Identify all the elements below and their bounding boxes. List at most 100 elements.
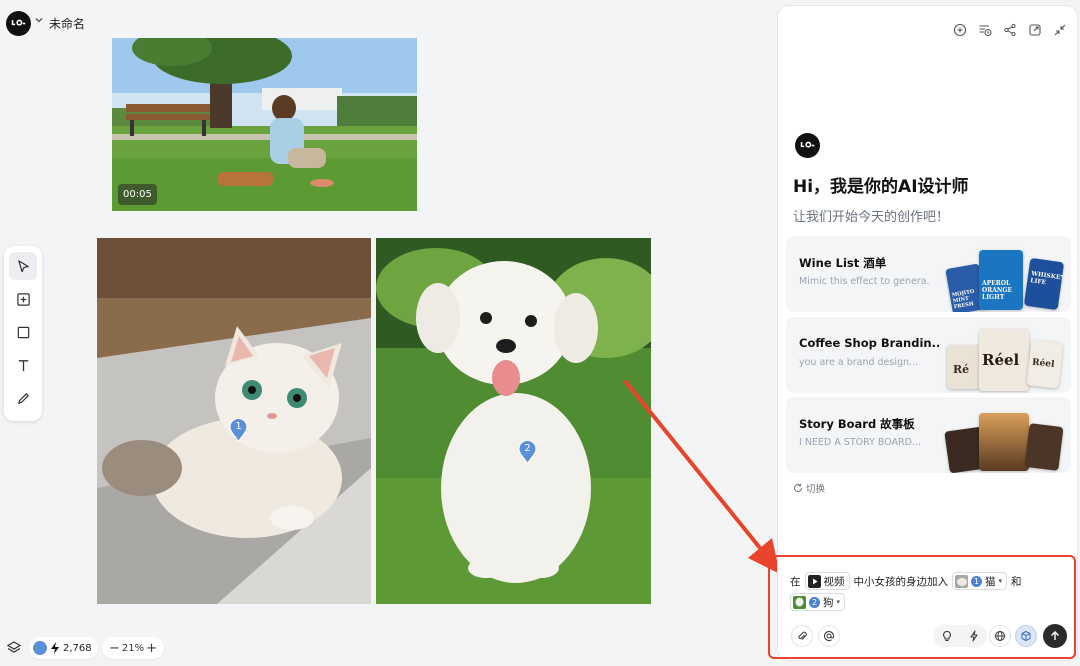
card-title: Story Board 故事板 (799, 417, 915, 431)
mention-button[interactable] (818, 625, 840, 647)
collapse-button[interactable] (1053, 22, 1067, 36)
greeting-subtitle: 让我们开始今天的创作吧！ (793, 210, 950, 225)
card-thumbnails (943, 403, 1064, 473)
card-thumbnails: Ré Réel Réel (943, 323, 1064, 391)
share-icon (1004, 23, 1016, 37)
chevron-down-icon: ▾ (998, 577, 1003, 585)
video-play-icon (807, 574, 821, 588)
dog-image[interactable] (376, 238, 651, 604)
video-frame[interactable] (112, 38, 417, 211)
prompt-line: 在 视频 中小女孩的身边加入 1 猫 ▾ 和 (790, 572, 1022, 590)
cat-thumbnail-icon (955, 574, 968, 588)
video-duration: 00:05 (118, 184, 157, 205)
dog-reference-chip[interactable]: 2 狗 ▾ (790, 593, 846, 611)
park-video-thumbnail (112, 38, 417, 211)
coffee-thumb-c: Réel (1026, 339, 1064, 389)
refresh-icon (794, 483, 803, 493)
pen-tool[interactable] (9, 384, 37, 412)
panel-toolbar (953, 22, 1067, 37)
prompt-text: 和 (1011, 575, 1022, 588)
avatar (33, 641, 47, 655)
cat-marker[interactable]: 1 (229, 418, 248, 442)
send-button[interactable] (1043, 624, 1067, 648)
zoom-control: − 21% + (102, 637, 164, 659)
select-tool[interactable] (9, 252, 37, 280)
marker-label: 1 (235, 421, 242, 432)
template-card-wine-list[interactable]: Wine List 酒单 Mimic this effect to genera… (786, 236, 1071, 312)
paperclip-icon (798, 631, 807, 640)
ai-designer-logo (795, 133, 820, 158)
history-icon (979, 25, 992, 37)
share-button[interactable] (1003, 22, 1017, 37)
prompt-text: 中小女孩的身边加入 (853, 575, 949, 588)
at-sign-icon (824, 631, 834, 641)
pen-tool-icon (17, 392, 29, 404)
card-title: Wine List 酒单 (799, 256, 887, 270)
prompt-composer[interactable]: 在 视频 中小女孩的身边加入 1 猫 ▾ 和 2 狗 ▾ (781, 563, 1071, 653)
switch-label: 切换 (806, 484, 826, 495)
story-thumb-b (979, 413, 1029, 471)
lightning-icon (51, 642, 59, 654)
switch-templates-button[interactable]: 切换 (793, 481, 825, 495)
collapse-icon (1054, 24, 1066, 36)
card-subtitle: Mimic this effect to genera... (799, 276, 929, 287)
lightning-icon[interactable] (968, 630, 980, 642)
attach-button[interactable] (791, 625, 813, 647)
annotation-arrow (624, 380, 780, 574)
text-tool-icon (18, 359, 28, 371)
add-frame-icon (16, 292, 30, 306)
chevron-down-icon[interactable] (34, 15, 44, 25)
cursor-select-icon (17, 259, 29, 272)
new-chat-icon (953, 23, 967, 37)
history-button[interactable] (978, 22, 992, 37)
web-search-button[interactable] (989, 625, 1011, 647)
credits-count: 2,768 (63, 642, 92, 654)
video-reference-chip[interactable]: 视频 (804, 572, 850, 590)
credits-badge[interactable]: 2,768 (29, 637, 98, 659)
prompt-text: 在 (790, 575, 801, 588)
dog-photo (376, 238, 651, 604)
lovart-logo-icon (11, 19, 26, 26)
text-tool[interactable] (9, 351, 37, 379)
layers-icon[interactable] (6, 640, 22, 656)
marker-label: 2 (524, 443, 531, 454)
chip-number: 2 (809, 596, 820, 608)
mode-toggle-group (933, 625, 987, 647)
new-chat-button[interactable] (953, 22, 967, 37)
chip-label: 狗 (823, 596, 834, 609)
story-thumb-c (1024, 423, 1064, 471)
greeting-title: Hi，我是你的AI设计师 (793, 177, 969, 197)
chevron-down-icon: ▾ (836, 598, 841, 606)
dog-marker[interactable]: 2 (518, 440, 537, 464)
cube-icon (1021, 631, 1031, 641)
3d-mode-button[interactable] (1015, 625, 1037, 647)
dog-thumbnail-icon (793, 595, 806, 609)
document-title[interactable]: 未命名 (49, 15, 85, 32)
export-button[interactable] (1028, 22, 1042, 36)
coffee-thumb-a: Ré (947, 345, 981, 389)
card-thumbnails: MOJITO MINT FRESH APEROL ORANGE LIGHT WH… (943, 242, 1065, 312)
zoom-out-button[interactable]: − (109, 642, 120, 655)
prompt-line: 2 狗 ▾ (790, 593, 846, 611)
zoom-in-button[interactable]: + (146, 642, 157, 655)
rectangle-tool[interactable] (9, 318, 37, 346)
app-logo[interactable] (6, 11, 31, 36)
zoom-level[interactable]: 21% (122, 643, 144, 654)
card-title: Coffee Shop Brandin... (799, 336, 939, 350)
card-subtitle: I NEED A STORY BOARD... (799, 437, 922, 448)
lightbulb-icon[interactable] (941, 630, 953, 642)
wine-thumb-c: WHISKEY LIFE (1023, 257, 1065, 311)
template-card-coffee-branding[interactable]: Coffee Shop Brandin... you are a brand d… (786, 317, 1071, 393)
rectangle-icon (17, 326, 29, 338)
frame-tool[interactable] (9, 285, 37, 313)
export-icon (1029, 24, 1041, 36)
coffee-thumb-b: Réel (979, 329, 1029, 391)
chip-label: 视频 (823, 575, 845, 588)
card-subtitle: you are a brand design... (799, 357, 919, 368)
globe-icon (995, 631, 1005, 641)
cat-reference-chip[interactable]: 1 猫 ▾ (952, 572, 1008, 590)
left-toolbar (4, 246, 42, 421)
template-card-story-board[interactable]: Story Board 故事板 I NEED A STORY BOARD... (786, 397, 1071, 473)
lovart-logo-icon (800, 141, 815, 148)
wine-thumb-b: APEROL ORANGE LIGHT (979, 250, 1023, 310)
